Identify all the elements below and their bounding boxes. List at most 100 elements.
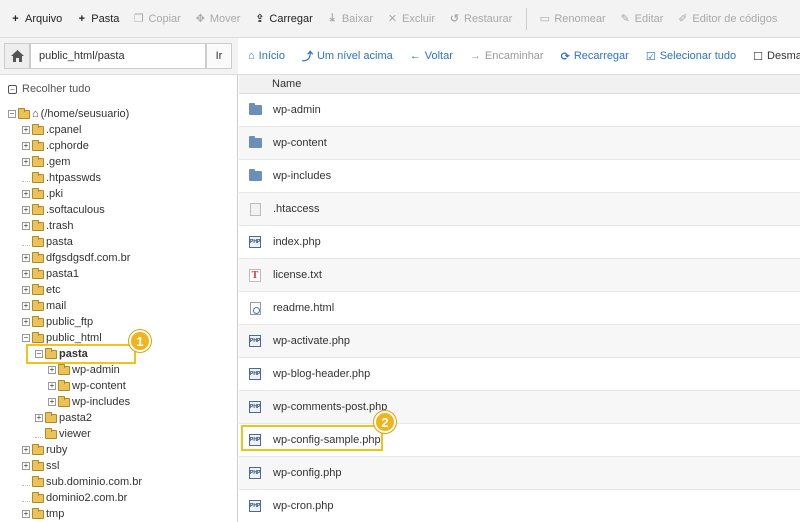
- expand-toggle-icon[interactable]: +: [22, 318, 30, 326]
- file-row[interactable]: .htaccess: [239, 193, 800, 226]
- file-row[interactable]: PHP index.php: [239, 226, 800, 259]
- file-name: wp-blog-header.php: [273, 368, 371, 380]
- expand-toggle-icon[interactable]: +: [48, 398, 56, 406]
- back-link[interactable]: ← Voltar: [410, 50, 453, 62]
- column-header-name[interactable]: Name: [239, 75, 800, 94]
- tree-item-sub-dominio[interactable]: sub.dominio.com.br: [22, 474, 142, 490]
- highlight-box-wp-config-sample: [241, 425, 383, 451]
- tree-item-wp-admin[interactable]: + wp-admin: [48, 362, 120, 378]
- icon-wrapper: [248, 169, 262, 183]
- arrow-right-icon: →: [469, 50, 481, 62]
- checkbox-checked-icon: ☑: [645, 50, 656, 63]
- rename-button[interactable]: ▭ Renomear: [539, 12, 606, 26]
- code-editor-button[interactable]: ✐ Editor de códigos: [677, 12, 777, 26]
- expand-toggle-icon[interactable]: +: [22, 142, 30, 150]
- file-row[interactable]: PHP wp-config.php: [239, 457, 800, 490]
- tree-item-trash[interactable]: + .trash: [22, 218, 74, 234]
- expand-toggle-icon[interactable]: +: [22, 510, 30, 518]
- expand-toggle-icon[interactable]: +: [22, 254, 30, 262]
- tree-connector: [35, 430, 43, 438]
- file-row[interactable]: PHP wp-activate.php: [239, 325, 800, 358]
- folder-icon: [32, 491, 44, 503]
- php-file-icon: PHP: [249, 335, 261, 347]
- upload-button[interactable]: ⇪ Carregar: [254, 12, 313, 26]
- tree-item-dfgsdgsdf[interactable]: + dfgsdgsdf.com.br: [22, 250, 130, 266]
- up-one-level-link[interactable]: ⤴ Um nível acima: [302, 48, 393, 64]
- restore-button[interactable]: ↺ Restaurar: [449, 12, 512, 26]
- expand-toggle-icon[interactable]: +: [48, 382, 56, 390]
- copy-button[interactable]: ❐ Copiar: [133, 12, 181, 26]
- folder-icon: [32, 475, 44, 487]
- upload-icon: ⇪: [255, 13, 265, 25]
- folder-icon: [32, 507, 44, 519]
- folder-icon: [32, 299, 44, 311]
- icon-wrapper: PHP: [248, 367, 262, 381]
- expand-toggle-icon[interactable]: +: [22, 462, 30, 470]
- expand-toggle-icon[interactable]: +: [22, 222, 30, 230]
- reload-link[interactable]: ⟳ Recarregar: [561, 50, 629, 63]
- tree-item-wp-content[interactable]: + wp-content: [48, 378, 126, 394]
- tree-item-home[interactable]: − ⌂ (/home/seusuario): [8, 106, 129, 122]
- toolbar-divider: [526, 7, 528, 30]
- expand-toggle-icon[interactable]: +: [22, 286, 30, 294]
- file-row[interactable]: PHP wp-cron.php: [239, 490, 800, 522]
- file-row[interactable]: T license.txt: [239, 259, 800, 292]
- file-row[interactable]: wp-content: [239, 127, 800, 160]
- edit-button[interactable]: ✎ Editar: [620, 12, 664, 26]
- tree-item-pasta1[interactable]: + pasta1: [22, 266, 79, 282]
- home-link[interactable]: ⌂ Início: [248, 50, 285, 62]
- expand-toggle-icon[interactable]: +: [22, 446, 30, 454]
- tree-item-softaculous[interactable]: + .softaculous: [22, 202, 105, 218]
- expand-toggle-icon[interactable]: +: [35, 414, 43, 422]
- tree-item-pasta2[interactable]: + pasta2: [35, 410, 92, 426]
- tree-item-public-ftp[interactable]: + public_ftp: [22, 314, 93, 330]
- expand-toggle-icon[interactable]: +: [22, 270, 30, 278]
- collapse-all-button[interactable]: − Recolher tudo: [8, 83, 91, 95]
- expand-toggle-icon[interactable]: +: [22, 190, 30, 198]
- new-file-button[interactable]: + Arquivo: [10, 13, 62, 25]
- undo-icon: ↺: [449, 13, 460, 25]
- delete-button[interactable]: ✕ Excluir: [387, 12, 435, 26]
- expand-toggle-icon[interactable]: +: [48, 366, 56, 374]
- download-button[interactable]: ⤓ Baixar: [327, 12, 373, 25]
- file-row[interactable]: wp-admin: [239, 94, 800, 127]
- home-button[interactable]: [4, 43, 30, 69]
- go-button[interactable]: Ir: [206, 43, 232, 69]
- tree-item-dominio2[interactable]: dominio2.com.br: [22, 490, 127, 506]
- tree-item-wp-includes[interactable]: + wp-includes: [48, 394, 130, 410]
- move-button[interactable]: ✥ Mover: [195, 12, 241, 26]
- unselect-all-link[interactable]: ☐Desmarcar: [753, 50, 800, 63]
- tree-item-etc[interactable]: + etc: [22, 282, 61, 298]
- expand-toggle-icon[interactable]: +: [22, 302, 30, 310]
- tree-item-viewer[interactable]: viewer: [35, 426, 91, 442]
- tree-item-ruby[interactable]: + ruby: [22, 442, 67, 458]
- edit-square-icon: ✐: [678, 13, 688, 25]
- tree-item-tmp[interactable]: + tmp: [22, 506, 64, 522]
- collapse-toggle-icon[interactable]: −: [22, 334, 30, 342]
- expand-toggle-icon[interactable]: +: [22, 206, 30, 214]
- expand-toggle-icon[interactable]: +: [22, 158, 30, 166]
- tree-item-cpanel[interactable]: + .cpanel: [22, 122, 81, 138]
- home-icon: ⌂: [32, 108, 39, 120]
- tree-item-gem[interactable]: + .gem: [22, 154, 70, 170]
- tree-item-pki[interactable]: + .pki: [22, 186, 63, 202]
- folder-icon: [32, 187, 44, 199]
- file-row[interactable]: PHP wp-comments-post.php: [239, 391, 800, 424]
- collapse-toggle-icon[interactable]: −: [8, 110, 16, 118]
- tree-item-ssl[interactable]: + ssl: [22, 458, 59, 474]
- path-input[interactable]: [30, 43, 206, 69]
- tree-item-mail[interactable]: + mail: [22, 298, 66, 314]
- tree-item-pasta-root[interactable]: pasta: [22, 234, 73, 250]
- top-toolbar: + Arquivo + Pasta ❐ Copiar ✥ Mover ⇪ Carregar…: [0, 0, 800, 38]
- file-row[interactable]: PHP wp-blog-header.php: [239, 358, 800, 391]
- expand-toggle-icon[interactable]: +: [22, 126, 30, 134]
- select-all-link[interactable]: ☑ Selecionar tudo: [646, 50, 736, 63]
- forward-link[interactable]: → Encaminhar: [470, 50, 544, 62]
- folder-icon: [32, 171, 44, 183]
- new-folder-button[interactable]: + Pasta: [76, 13, 120, 25]
- tree-item-cphorde[interactable]: + .cphorde: [22, 138, 89, 154]
- highlight-box-tree-pasta: [26, 344, 136, 364]
- file-row[interactable]: wp-includes: [239, 160, 800, 193]
- file-row[interactable]: readme.html: [239, 292, 800, 325]
- tree-item-htpasswds[interactable]: .htpasswds: [22, 170, 101, 186]
